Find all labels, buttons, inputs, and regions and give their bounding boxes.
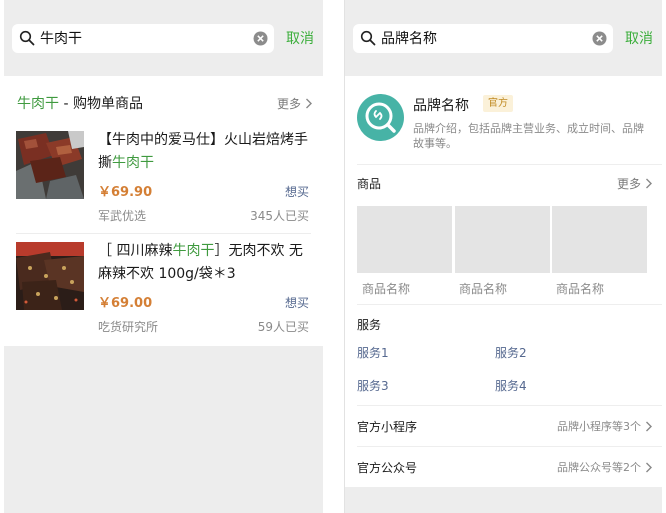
product-price: ￥69.00 — [98, 296, 153, 311]
official-badge: 官方 — [483, 95, 513, 112]
goods-title: 商品 — [357, 176, 382, 191]
shopping-list-card: 牛肉干 - 购物单商品 更多 【牛肉中的爱马仕】火山岩焙烤手撕牛肉干 ￥69.9… — [4, 76, 323, 346]
section-title: 牛肉干 - 购物单商品 — [17, 93, 143, 113]
search-bar: 牛肉干 取消 — [4, 0, 323, 76]
chevron-right-icon — [306, 98, 312, 108]
search-input[interactable]: 牛肉干 — [12, 23, 274, 53]
official-account-count: 品牌公众号等2个 — [557, 461, 641, 474]
goods-name[interactable]: 商品名称 — [556, 280, 604, 297]
product-seller: 吃货研究所 — [98, 320, 159, 334]
divider — [357, 304, 662, 305]
product-title: 【牛肉中的爱马仕】火山岩焙烤手撕牛肉干 — [98, 129, 311, 175]
mini-program-title: 官方小程序 — [357, 419, 418, 434]
goods-image-placeholder[interactable] — [455, 206, 550, 273]
service-link[interactable]: 服务1 — [357, 344, 389, 361]
services-title: 服务 — [357, 317, 382, 332]
cancel-button[interactable]: 取消 — [625, 28, 653, 48]
product-item[interactable]: 【牛肉中的爱马仕】火山岩焙烤手撕牛肉干 ￥69.90 想买 军武优选 345人已… — [16, 123, 311, 233]
more-label: 更多 — [616, 176, 641, 191]
search-bar: 品牌名称 取消 — [345, 0, 662, 76]
product-buyers: 59人已买 — [257, 320, 309, 334]
brand-card: 品牌名称 官方 品牌介绍，包括品牌主营业务、成立时间、品牌故事等。 商品 更多 … — [345, 76, 662, 487]
section-header: 牛肉干 - 购物单商品 更多 — [17, 92, 313, 114]
want-button[interactable]: 想买 — [285, 294, 309, 311]
mini-program-meta: 品牌小程序等3个 — [557, 418, 653, 434]
product-info: ［ 四川麻辣牛肉干］无肉不欢 无麻辣不欢 100g/袋＊3 — [98, 240, 311, 286]
search-query[interactable]: 品牌名称 — [381, 28, 592, 48]
goods-header: 商品 更多 — [357, 173, 653, 193]
service-link[interactable]: 服务4 — [495, 377, 527, 394]
search-query[interactable]: 牛肉干 — [40, 28, 253, 48]
product-seller: 军武优选 — [98, 209, 147, 223]
service-link[interactable]: 服务3 — [357, 377, 389, 394]
mini-program-row[interactable]: 官方小程序 品牌小程序等3个 — [357, 416, 653, 436]
left-screen: 牛肉干 取消 牛肉干 - 购物单商品 更多 【牛肉中的爱马仕】火山岩焙烤手撕牛肉… — [4, 0, 323, 513]
chevron-right-icon — [646, 178, 652, 188]
clear-icon[interactable] — [253, 31, 268, 46]
service-link[interactable]: 服务2 — [495, 344, 527, 361]
search-input[interactable]: 品牌名称 — [353, 23, 613, 53]
product-info: 【牛肉中的爱马仕】火山岩焙烤手撕牛肉干 — [98, 129, 311, 175]
divider — [357, 405, 662, 406]
services-header: 服务 — [357, 314, 653, 334]
section-title-rest: - 购物单商品 — [59, 96, 143, 112]
search-icon — [360, 30, 376, 46]
divider — [357, 446, 662, 447]
brand-logo[interactable] — [357, 94, 404, 141]
divider — [357, 164, 662, 165]
official-account-meta: 品牌公众号等2个 — [557, 459, 653, 475]
brand-name[interactable]: 品牌名称 — [413, 95, 469, 115]
clear-icon[interactable] — [592, 31, 607, 46]
product-title: ［ 四川麻辣牛肉干］无肉不欢 无麻辣不欢 100g/袋＊3 — [98, 240, 311, 286]
want-button[interactable]: 想买 — [285, 183, 309, 200]
chevron-right-icon — [646, 462, 652, 472]
product-buyers: 345人已买 — [250, 209, 309, 223]
goods-image-placeholder[interactable] — [552, 206, 647, 273]
search-icon — [19, 30, 35, 46]
product-title-keyword: 牛肉干 — [112, 155, 154, 171]
goods-image-placeholder[interactable] — [357, 206, 452, 273]
cancel-button[interactable]: 取消 — [286, 28, 314, 48]
more-label: 更多 — [276, 96, 301, 111]
product-thumbnail — [16, 131, 84, 199]
goods-name[interactable]: 商品名称 — [459, 280, 507, 297]
product-thumbnail — [16, 242, 84, 310]
official-account-row[interactable]: 官方公众号 品牌公众号等2个 — [357, 457, 653, 477]
mini-program-count: 品牌小程序等3个 — [557, 420, 641, 433]
chevron-right-icon — [646, 421, 652, 431]
brand-search-icon — [365, 102, 396, 133]
right-screen: 品牌名称 取消 品牌名称 官方 品牌介绍，包括品牌主营业务、成立时间、品牌故事等… — [344, 0, 662, 513]
official-account-title: 官方公众号 — [357, 460, 418, 475]
product-price: ￥69.90 — [98, 185, 153, 200]
product-item[interactable]: ［ 四川麻辣牛肉干］无肉不欢 无麻辣不欢 100g/袋＊3 ￥69.00 想买 … — [16, 233, 311, 343]
brand-description: 品牌介绍，包括品牌主营业务、成立时间、品牌故事等。 — [413, 122, 644, 150]
product-title-keyword: 牛肉干 — [172, 243, 215, 259]
section-keyword: 牛肉干 — [17, 96, 59, 112]
product-title-text: ［ 四川麻辣 — [98, 243, 173, 259]
goods-name[interactable]: 商品名称 — [362, 280, 410, 297]
more-link[interactable]: 更多 — [277, 95, 313, 112]
goods-more-link[interactable]: 更多 — [617, 175, 653, 192]
